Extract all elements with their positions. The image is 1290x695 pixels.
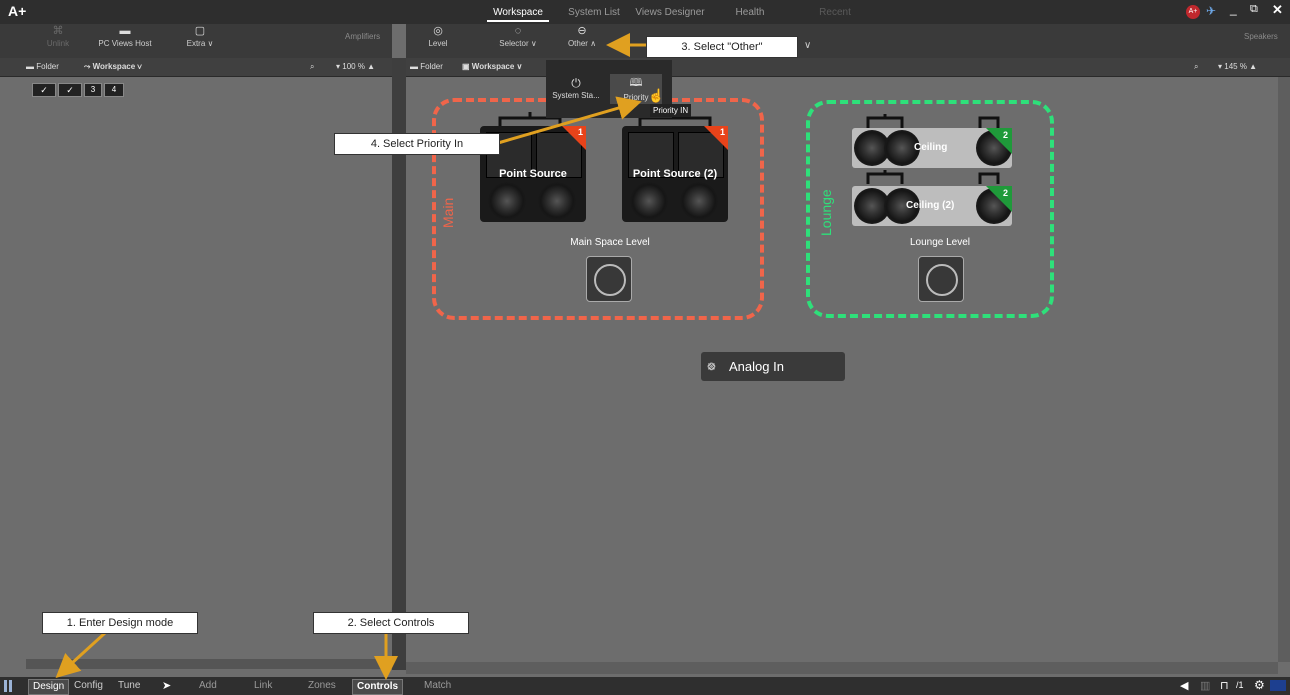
callout-1: 1. Enter Design mode xyxy=(42,612,198,634)
callout-4: 4. Select Priority In xyxy=(334,133,500,155)
callout-2: 2. Select Controls xyxy=(313,612,469,634)
annotation-arrows xyxy=(55,33,648,680)
callout-3: 3. Select "Other" xyxy=(646,36,798,58)
